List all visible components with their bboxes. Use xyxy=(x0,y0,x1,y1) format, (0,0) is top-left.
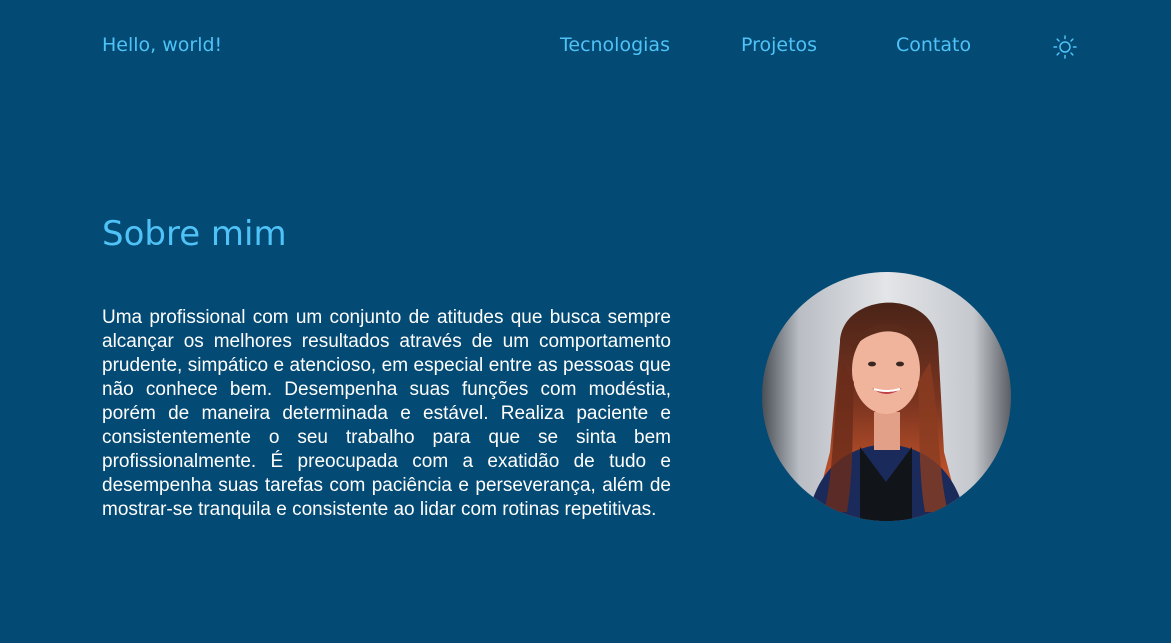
nav-link-contato[interactable]: Contato xyxy=(896,34,971,56)
theme-toggle-button[interactable] xyxy=(1052,34,1078,60)
section-title: Sobre mim xyxy=(102,214,287,254)
nav-link-projetos[interactable]: Projetos xyxy=(741,34,817,56)
about-text: Uma profissional com um conjunto de atit… xyxy=(102,307,671,520)
nav-link-tecnologias[interactable]: Tecnologias xyxy=(560,34,670,56)
sun-icon xyxy=(1053,35,1077,59)
logo-link[interactable]: Hello, world! xyxy=(102,34,222,56)
profile-photo xyxy=(762,272,1011,521)
site-header: Hello, world! Tecnologias Projetos Conta… xyxy=(0,0,1171,94)
